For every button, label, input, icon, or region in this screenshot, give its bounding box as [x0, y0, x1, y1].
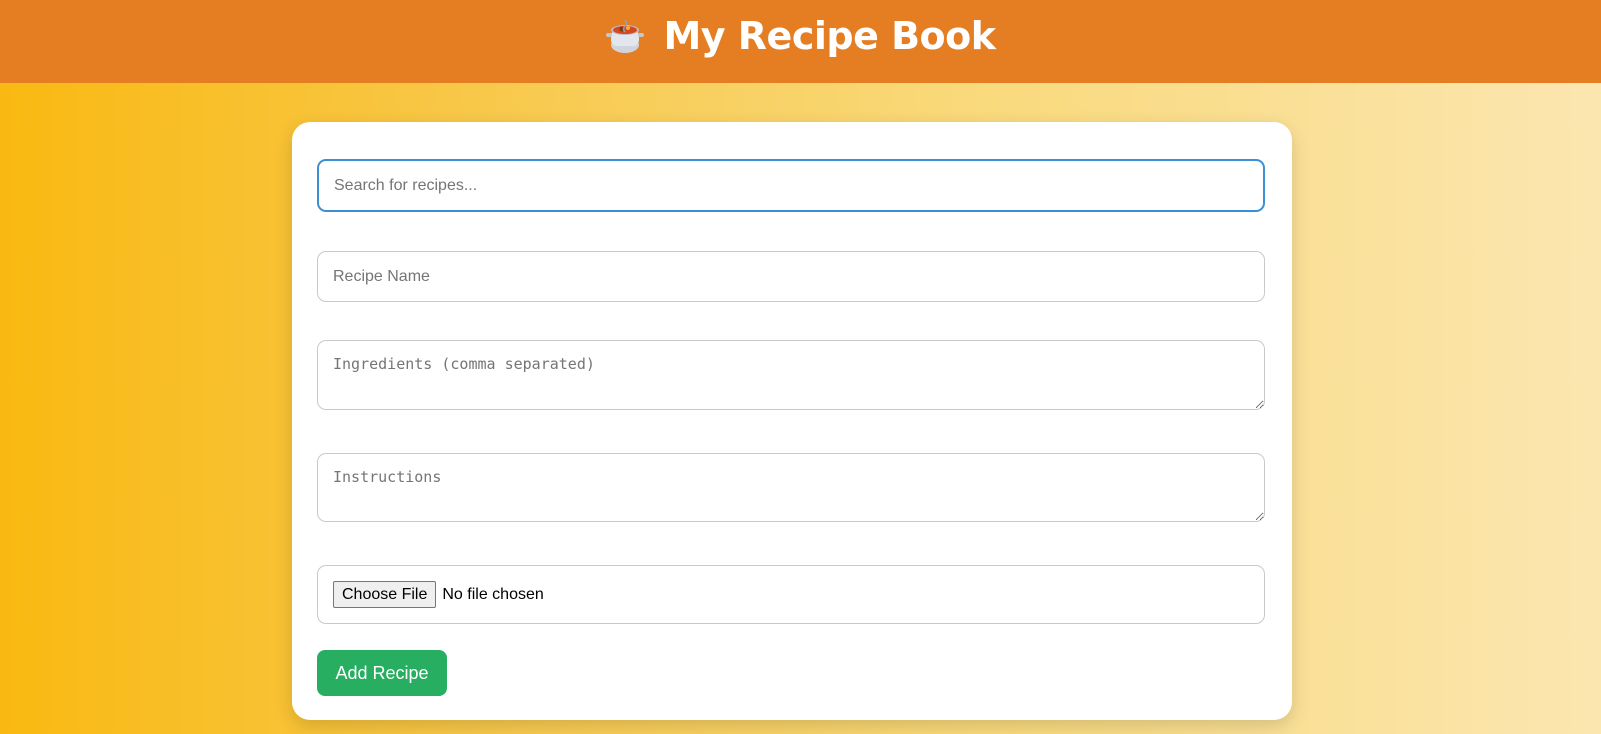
image-file-input: Choose File No file chosen [317, 565, 1265, 624]
recipe-name-input[interactable] [317, 251, 1265, 302]
instructions-textarea[interactable] [317, 453, 1265, 522]
choose-file-button[interactable]: Choose File [333, 581, 437, 608]
recipe-form-card: Choose File No file chosen Add Recipe [292, 122, 1292, 720]
add-recipe-button[interactable]: Add Recipe [317, 650, 447, 696]
file-status-text: No file chosen [442, 585, 544, 603]
search-input[interactable] [317, 159, 1265, 212]
header-content: My Recipe Book [605, 13, 996, 58]
page-title: My Recipe Book [663, 13, 996, 58]
cooking-pot-icon [605, 16, 645, 56]
app-header: My Recipe Book [0, 0, 1601, 83]
ingredients-textarea[interactable] [317, 340, 1265, 410]
